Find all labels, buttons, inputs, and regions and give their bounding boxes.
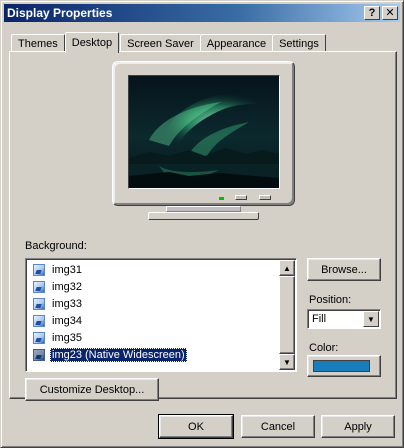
cancel-button[interactable]: Cancel (241, 415, 315, 438)
window-title: Display Properties (7, 6, 113, 20)
browse-button[interactable]: Browse... (307, 258, 381, 281)
background-listbox[interactable]: img31 img32 img33 img34 img35 img23 (Nat… (25, 258, 297, 372)
customize-desktop-button[interactable]: Customize Desktop... (25, 378, 159, 401)
dropdown-arrow-icon[interactable]: ▼ (363, 311, 379, 327)
close-button[interactable]: ✕ (382, 6, 398, 20)
position-label: Position: (309, 294, 352, 306)
position-value: Fill (312, 313, 327, 325)
scroll-up-button[interactable]: ▲ (279, 260, 295, 276)
list-item[interactable]: img32 (29, 278, 279, 295)
picture-icon (33, 280, 45, 293)
title-bar[interactable]: Display Properties ? ✕ (4, 4, 400, 22)
background-label: Background: (25, 240, 87, 252)
tab-settings[interactable]: Settings (272, 34, 326, 52)
ok-button[interactable]: OK (158, 414, 234, 439)
list-item[interactable]: img33 (29, 295, 279, 312)
vertical-scrollbar[interactable]: ▲ ▼ (279, 260, 295, 370)
color-swatch (313, 360, 370, 372)
help-button[interactable]: ? (364, 6, 380, 20)
monitor-power-led (219, 197, 224, 200)
picture-icon (33, 297, 45, 310)
monitor-button (259, 195, 271, 200)
list-item-selected[interactable]: img23 (Native Widescreen) (29, 346, 279, 363)
wallpaper-preview (128, 75, 280, 189)
list-item[interactable]: img31 (29, 261, 279, 278)
monitor-button (235, 195, 247, 200)
monitor-stand (148, 212, 259, 220)
apply-button[interactable]: Apply (321, 415, 395, 438)
display-properties-window: Display Properties ? ✕ Themes Desktop Sc… (0, 0, 404, 448)
tab-screen-saver[interactable]: Screen Saver (120, 34, 201, 52)
tab-themes[interactable]: Themes (11, 34, 65, 52)
monitor-preview (108, 57, 299, 222)
monitor-bezel (112, 61, 295, 206)
tab-desktop[interactable]: Desktop (64, 32, 120, 53)
position-select[interactable]: Fill ▼ (307, 309, 381, 329)
list-item[interactable]: img35 (29, 329, 279, 346)
picture-icon (33, 348, 45, 361)
color-picker-button[interactable] (307, 355, 381, 377)
color-label: Color: (309, 342, 339, 354)
tab-strip: Themes Desktop Screen Saver Appearance S… (11, 32, 326, 53)
scroll-thumb[interactable] (279, 276, 295, 354)
picture-icon (33, 331, 45, 344)
picture-icon (33, 314, 45, 327)
tab-appearance[interactable]: Appearance (199, 34, 274, 52)
list-item[interactable]: img34 (29, 312, 279, 329)
picture-icon (33, 263, 45, 276)
scroll-down-button[interactable]: ▼ (279, 354, 295, 370)
background-list: img31 img32 img33 img34 img35 img23 (Nat… (29, 261, 279, 363)
